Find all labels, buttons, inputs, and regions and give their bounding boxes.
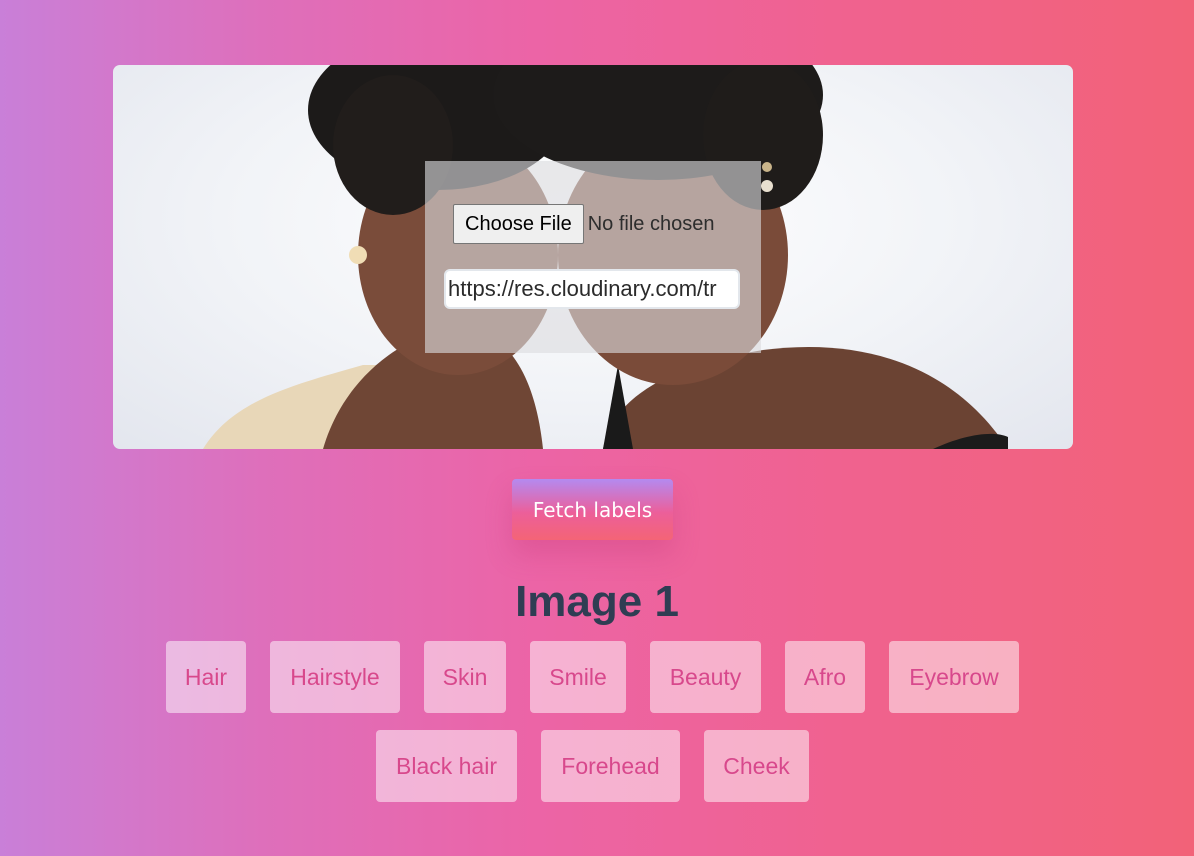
label-chip[interactable]: Eyebrow xyxy=(889,641,1019,713)
image-url-input[interactable] xyxy=(444,269,740,309)
label-chip[interactable]: Afro xyxy=(785,641,865,713)
upload-panel: Choose File No file chosen xyxy=(425,161,761,353)
label-chip[interactable]: Hair xyxy=(166,641,246,713)
file-status-text: No file chosen xyxy=(587,212,715,235)
label-chip[interactable]: Cheek xyxy=(704,730,809,802)
label-chip[interactable]: Skin xyxy=(424,641,506,713)
image-heading: Image 1 xyxy=(515,577,679,626)
label-chip[interactable]: Smile xyxy=(530,641,626,713)
label-chip[interactable]: Forehead xyxy=(541,730,680,802)
fetch-labels-button[interactable]: Fetch labels xyxy=(512,479,673,540)
label-chip[interactable]: Black hair xyxy=(376,730,517,802)
file-picker: Choose File No file chosen xyxy=(453,204,714,244)
image-preview: Choose File No file chosen xyxy=(113,65,1073,449)
label-chip[interactable]: Beauty xyxy=(650,641,761,713)
label-chip[interactable]: Hairstyle xyxy=(270,641,400,713)
choose-file-button[interactable]: Choose File xyxy=(453,204,584,244)
